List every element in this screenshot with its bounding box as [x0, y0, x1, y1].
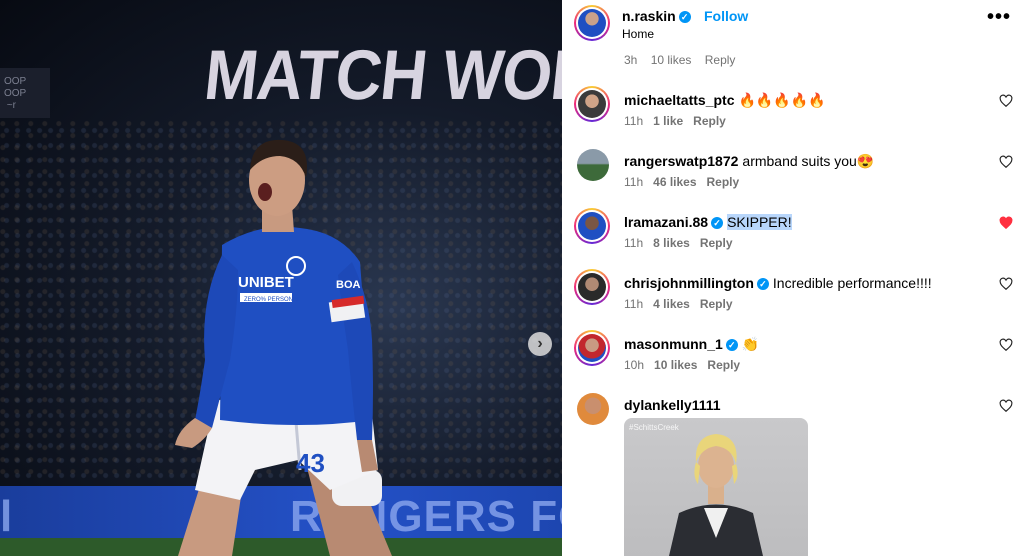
- comment-meta: 10h 10 likes Reply: [624, 358, 750, 372]
- comment-body: rangerswatp1872 armband suits you😍: [624, 153, 874, 170]
- comment-likes[interactable]: 8 likes: [653, 236, 690, 250]
- comment-likes[interactable]: 46 likes: [653, 175, 696, 189]
- comment-item: masonmunn_1 ✓ 👏 10h 10 likes Reply: [562, 330, 1024, 390]
- player-illustration: UNIBET ZERO% PERSONAL BOA 43: [175, 139, 392, 556]
- reply-button[interactable]: Reply: [700, 236, 733, 250]
- comment-body: lramazani.88 ✓ SKIPPER!: [624, 214, 792, 230]
- heart-filled-icon[interactable]: [999, 216, 1013, 230]
- chevron-right-icon: ›: [537, 335, 543, 352]
- comment-text: 🔥🔥🔥🔥🔥: [738, 92, 826, 108]
- more-options-icon[interactable]: •••: [987, 6, 1011, 29]
- avatar[interactable]: [574, 208, 610, 244]
- post-location[interactable]: Home: [622, 27, 654, 41]
- verified-badge-icon: ✓: [711, 217, 724, 229]
- shirt-number-text: 43: [296, 448, 325, 478]
- comment-meta: 11h 46 likes Reply: [624, 175, 749, 189]
- comment-time: 10h: [624, 358, 645, 372]
- heart-icon[interactable]: [999, 399, 1013, 413]
- partial-comment-meta: 3h 10 likes Reply: [624, 53, 745, 67]
- shirt-sub-text: ZERO% PERSONAL: [244, 297, 301, 303]
- avatar[interactable]: [577, 393, 609, 425]
- verified-badge-icon: ✓: [756, 278, 769, 290]
- comment-username[interactable]: lramazani.88: [624, 214, 708, 230]
- gif-image: [669, 434, 763, 556]
- gif-watermark: #SchittsCreek: [629, 423, 679, 432]
- avatar[interactable]: [574, 86, 610, 122]
- heart-icon[interactable]: [999, 277, 1013, 291]
- follow-button[interactable]: Follow: [704, 8, 748, 24]
- carousel-next-button[interactable]: ›: [528, 332, 552, 356]
- comment-text: armband suits you😍: [742, 153, 875, 169]
- comment-meta: 11h 8 likes Reply: [624, 236, 743, 250]
- comment-likes[interactable]: 4 likes: [653, 297, 690, 311]
- reply-button[interactable]: Reply: [705, 53, 736, 67]
- comment-username[interactable]: chrisjohnmillington: [624, 275, 754, 291]
- comment-time: 11h: [624, 297, 644, 311]
- comment-body: chrisjohnmillington ✓ Incredible performan…: [624, 275, 932, 291]
- comment-username[interactable]: dylankelly1111: [624, 397, 721, 413]
- comment-likes[interactable]: 1 like: [653, 114, 683, 128]
- heart-icon[interactable]: [999, 94, 1013, 108]
- shirt-sponsor-text: UNIBET: [238, 274, 294, 291]
- comment-time: 11h: [624, 175, 644, 189]
- comment-meta: 11h 1 like Reply: [624, 114, 736, 128]
- avatar[interactable]: [574, 330, 610, 366]
- comment-likes[interactable]: 10 likes: [651, 53, 692, 67]
- post-media[interactable]: MATCH WORN & OOP OOP ~r l RANGERS FO UNI…: [0, 0, 562, 556]
- verified-badge-icon: ✓: [725, 339, 738, 351]
- comment-username[interactable]: rangerswatp1872: [624, 153, 738, 169]
- reply-button[interactable]: Reply: [707, 175, 740, 189]
- comment-item: lramazani.88 ✓ SKIPPER! 11h 8 likes Reply: [562, 208, 1024, 268]
- comment-text: 👏: [741, 336, 760, 352]
- comment-body: michaeltatts_ptc 🔥🔥🔥🔥🔥: [624, 92, 826, 109]
- comment-text: SKIPPER!: [727, 214, 792, 230]
- comment-item: michaeltatts_ptc 🔥🔥🔥🔥🔥 11h 1 like Reply: [562, 86, 1024, 146]
- armband-text: BOA: [336, 279, 361, 291]
- comment-meta: 11h 4 likes Reply: [624, 297, 743, 311]
- comment-text: Incredible performance!!!!: [772, 275, 932, 291]
- heart-icon[interactable]: [999, 155, 1013, 169]
- comment-body: masonmunn_1 ✓ 👏: [624, 336, 759, 353]
- heart-icon[interactable]: [999, 338, 1013, 352]
- comment-item: rangerswatp1872 armband suits you😍 11h 46 …: [562, 147, 1024, 207]
- post-header: n.raskin ✓ Follow Home •••: [562, 0, 1024, 46]
- avatar[interactable]: [577, 149, 609, 181]
- gif-attachment[interactable]: #SchittsCreek: [624, 418, 808, 556]
- avatar[interactable]: [574, 269, 610, 305]
- author-username[interactable]: n.raskin ✓: [622, 8, 691, 24]
- comment-username[interactable]: michaeltatts_ptc: [624, 92, 734, 108]
- comment-item: chrisjohnmillington ✓ Incredible performan…: [562, 269, 1024, 329]
- comment-likes[interactable]: 10 likes: [654, 358, 697, 372]
- comment-body: dylankelly1111: [624, 397, 721, 413]
- comment-time: 3h: [624, 53, 638, 67]
- author-avatar[interactable]: [574, 5, 610, 41]
- verified-badge-icon: ✓: [678, 11, 691, 23]
- comment-time: 11h: [624, 236, 644, 250]
- comment-time: 11h: [624, 114, 644, 128]
- reply-button[interactable]: Reply: [707, 358, 740, 372]
- reply-button[interactable]: Reply: [693, 114, 726, 128]
- reply-button[interactable]: Reply: [700, 297, 733, 311]
- comment-username[interactable]: masonmunn_1: [624, 336, 723, 352]
